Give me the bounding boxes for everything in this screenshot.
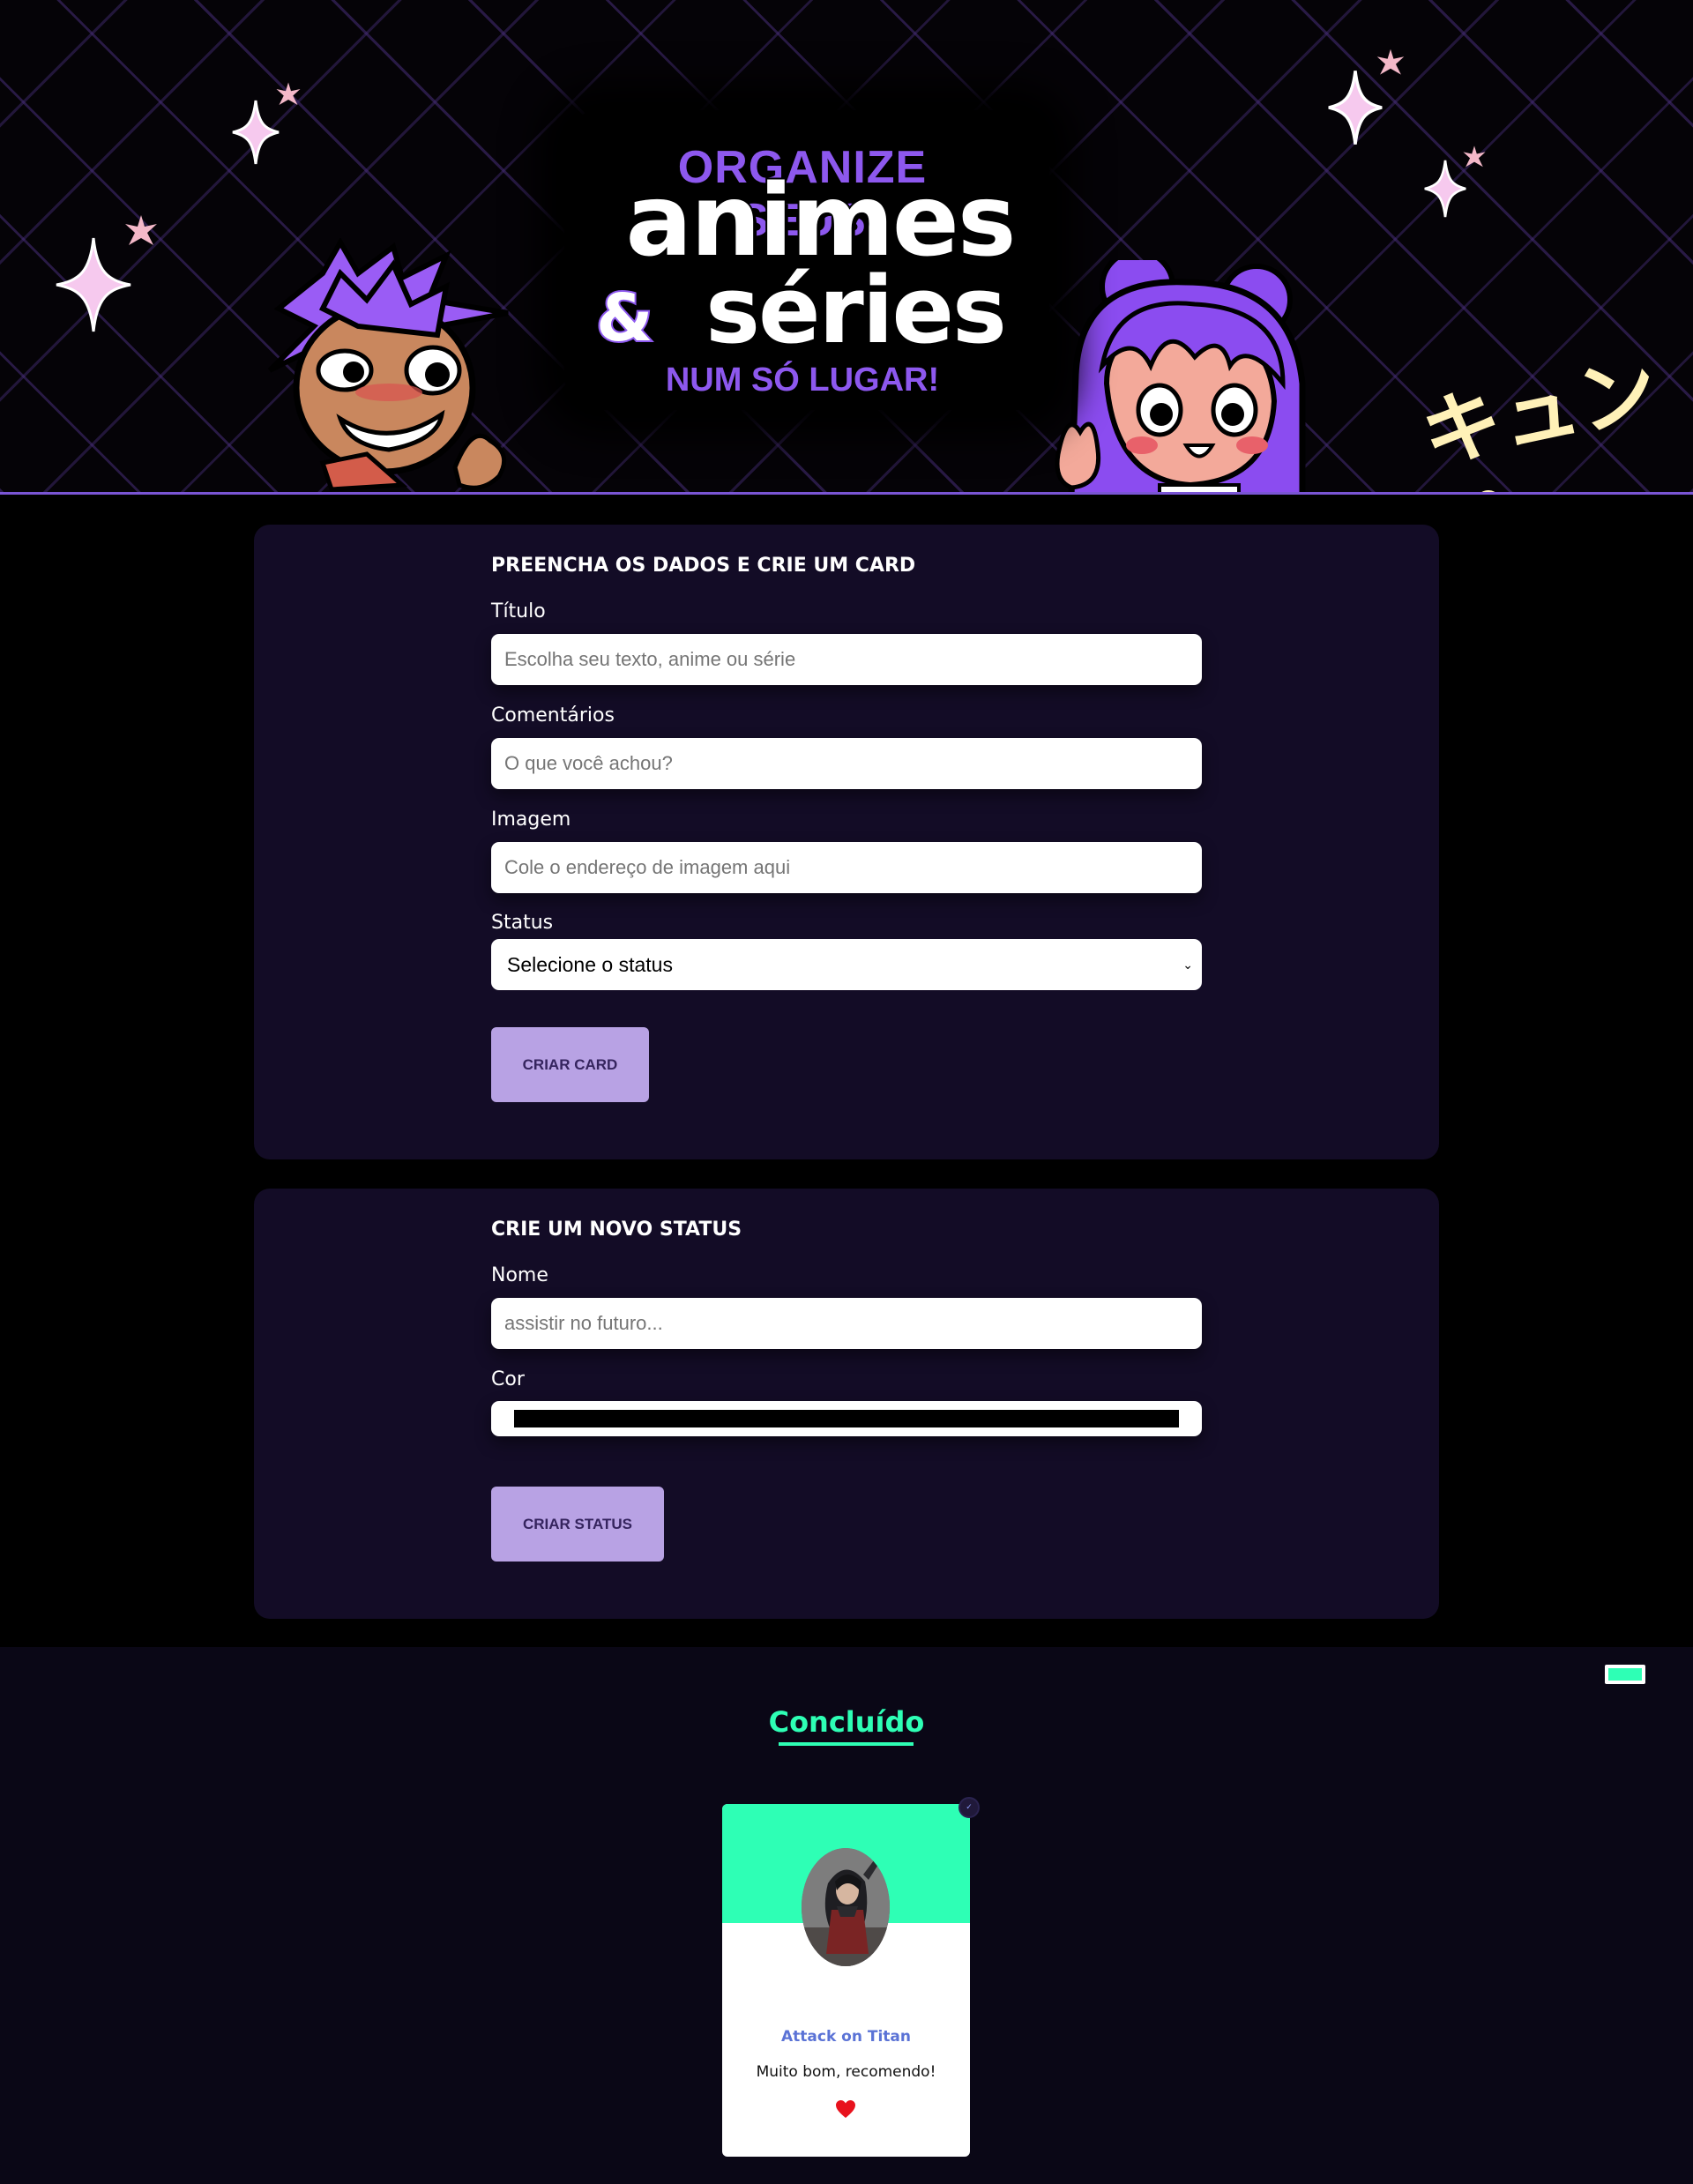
create-card-title: PREENCHA OS DADOS E CRIE UM CARD [491,555,916,577]
card-comment: Muito bom, recomendo! [756,2063,936,2081]
status-select[interactable]: Selecione o status ⌄ [491,939,1202,990]
status-title-underline [779,1742,914,1746]
color-picker-input[interactable] [491,1401,1202,1436]
sparkle-icon [276,82,301,105]
hero-banner: ORGANIZE SEUS animes & séries NUM SÓ LUG… [0,0,1693,492]
sparkle-icon [1424,160,1466,218]
card-image [802,1848,890,1966]
sparkle-icon [1328,71,1383,145]
logo-ampersand: & [594,279,655,358]
status-column-concluido: Concluído ✓ Attack on Titan Muito bom, r… [0,1647,1693,2184]
anime-girl-illustration [1055,260,1306,492]
sparkle-icon [56,237,131,332]
imagem-input[interactable] [491,842,1202,893]
anime-boy-illustration [267,238,509,492]
logo-text-bottom: NUM SÓ LUGAR! [665,362,940,399]
status-color-picker[interactable] [1605,1665,1645,1684]
comentarios-label: Comentários [491,704,615,727]
titulo-label: Título [491,600,546,622]
create-status-button[interactable]: CRIAR STATUS [491,1487,664,1562]
imagem-label: Imagem [491,809,571,831]
nome-label: Nome [491,1264,548,1286]
cor-label: Cor [491,1368,525,1390]
titulo-input[interactable] [491,634,1202,685]
create-status-title: CRIE UM NOVO STATUS [491,1219,742,1241]
card-title: Attack on Titan [780,2028,911,2046]
status-label: Status [491,912,554,934]
status-title: Concluído [768,1705,925,1739]
hero-divider [0,492,1693,495]
status-select-value: Selecione o status [507,952,673,976]
nome-input[interactable] [491,1298,1202,1349]
kyun-heart-doodle: キュン♡ [1413,342,1667,492]
color-swatch [514,1410,1179,1427]
status-color-fill [1608,1668,1642,1681]
create-status-panel: CRIE UM NOVO STATUS Nome Cor CRIAR STATU… [254,1189,1439,1619]
sparkle-icon [232,100,280,165]
comentarios-input[interactable] [491,738,1202,789]
sparkle-icon [1376,48,1405,75]
heart-icon[interactable] [835,2099,856,2119]
card-edit-dot[interactable]: ✓ [958,1797,980,1818]
sparkle-icon [1463,145,1486,168]
chevron-down-icon: ⌄ [1182,957,1193,972]
sparkle-icon [125,215,157,245]
create-card-button[interactable]: CRIAR CARD [491,1027,649,1102]
logo-text-series: séries [704,257,1009,364]
anime-card[interactable]: ✓ Attack on Titan Muito bom, recomendo! [722,1797,980,2157]
create-card-panel: PREENCHA OS DADOS E CRIE UM CARD Título … [254,525,1439,1159]
